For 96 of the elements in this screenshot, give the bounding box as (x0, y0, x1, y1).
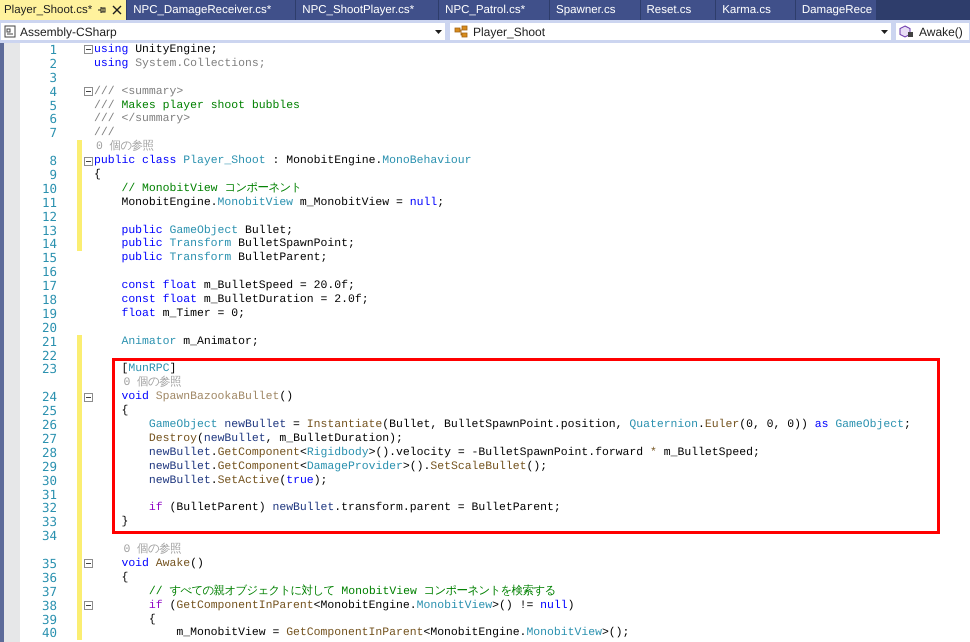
code-line: if (GetComponentInParent<MonobitEngine.MonobitView>() != null) (148, 598, 575, 613)
code-line: public class Player_Shoot : MonobitEngine.MonoBehaviour (94, 154, 472, 168)
line-number: 25 (40, 404, 57, 418)
line-number: 26 (40, 418, 57, 432)
code-line: } (120, 515, 128, 530)
line-number: 1 (48, 43, 57, 57)
code-line: newBullet.GetComponent<DamageProvider>().SetScaleBullet(); (148, 460, 548, 474)
collapse-icon[interactable] (84, 392, 92, 402)
line-number: 11 (40, 196, 57, 210)
line-number: 3 (48, 70, 57, 85)
file-tab[interactable]: NPC_Patrol.cs* (439, 0, 550, 20)
line-number: 22 (40, 348, 57, 362)
dropdown-arrow-icon[interactable] (881, 30, 888, 34)
line-number: 28 (40, 446, 57, 460)
line-number: 30 (40, 474, 57, 488)
line-number: 35 (40, 556, 57, 571)
file-tab[interactable]: Karma.cs (716, 0, 796, 20)
code-line: newBullet.SetActive(true); (148, 474, 328, 488)
file-tab[interactable]: Player_Shoot.cs* (0, 0, 128, 20)
code-line: using System.Collections; (94, 56, 266, 71)
collapse-icon[interactable] (84, 45, 92, 54)
code-line: { (120, 570, 128, 585)
code-line: /// (94, 126, 115, 140)
line-number: 16 (40, 265, 57, 280)
code-line: public Transform BulletSpawnPoint; (120, 237, 355, 252)
line-number: 13 (40, 224, 57, 238)
code-line: Animator m_Animator; (120, 334, 259, 349)
line-number: 21 (40, 334, 57, 349)
code-line: const float m_BulletSpeed = 20.0f; (120, 279, 355, 294)
code-line: float m_Timer = 0; (120, 306, 246, 321)
code-line: { (120, 404, 128, 418)
line-number: 39 (40, 612, 57, 626)
code-line: /// Makes player shoot bubbles (94, 98, 300, 112)
code-line: void SpawnBazookaBullet() (120, 390, 294, 404)
code-line: void Awake() (120, 556, 204, 571)
line-number: 29 (40, 460, 57, 474)
collapse-icon[interactable] (84, 156, 92, 166)
code-line: if (BulletParent) newBullet.transform.parent = BulletParent; (148, 501, 561, 516)
line-number: 20 (40, 320, 57, 335)
line-number: 38 (40, 598, 57, 613)
line-number: 37 (40, 584, 57, 599)
collapse-icon[interactable] (84, 87, 92, 96)
code-line: public GameObject Bullet; (120, 224, 294, 238)
project-icon (4, 25, 16, 38)
code-line: // MonobitView コンポーネント (120, 182, 302, 196)
cube-lock-icon (899, 25, 915, 38)
code-line: m_MonobitView = GetComponentInParent<MonobitEngine.MonobitView>(); (175, 626, 630, 640)
line-number: 24 (40, 390, 57, 404)
collapse-icon[interactable] (84, 559, 92, 568)
code-line: { (148, 612, 156, 626)
line-number: 5 (48, 98, 57, 112)
line-number: 23 (40, 362, 57, 376)
line-number: 10 (40, 182, 57, 196)
code-line: { (94, 168, 101, 182)
line-number: 36 (40, 570, 57, 585)
code-line: using UnityEngine; (94, 43, 218, 57)
line-number: 32 (40, 501, 57, 516)
line-number: 2 (48, 56, 57, 71)
line-number: 33 (40, 515, 57, 530)
line-number: 12 (40, 210, 57, 224)
line-number: 9 (48, 168, 57, 182)
line-number: 18 (40, 293, 57, 307)
line-number: 34 (40, 529, 57, 544)
line-number: 17 (40, 279, 57, 294)
file-tab[interactable]: Spawner.cs (550, 0, 640, 20)
code-line: GameObject newBullet = Instantiate(Bullet, BulletSpawnPoint.position, Quaternion.Euler(0, 0, 0)) as GameObject; (148, 418, 911, 432)
file-tab[interactable]: NPC_ShootPlayer.cs* (296, 0, 440, 20)
code-line: MonobitEngine.MonobitView m_MonobitView = null; (120, 196, 444, 210)
line-number: 15 (40, 251, 57, 266)
pin-icon[interactable] (97, 5, 108, 15)
class-icon (453, 25, 469, 38)
line-number: 19 (40, 306, 57, 321)
collapse-icon[interactable] (84, 601, 92, 610)
code-line: Destroy(newBullet, m_BulletDuration); (148, 432, 403, 446)
line-number: 7 (48, 126, 57, 140)
line-number: 6 (48, 112, 57, 126)
line-number: 4 (48, 84, 57, 99)
member-dropdown[interactable]: Awake() (895, 22, 970, 41)
code-line: public Transform BulletParent; (120, 251, 328, 266)
line-number: 27 (40, 432, 57, 446)
file-tab[interactable]: Reset.cs (640, 0, 716, 20)
file-tab[interactable]: NPC_DamageReceiver.cs* (127, 0, 296, 20)
type-dropdown[interactable]: Player_Shoot (449, 22, 892, 41)
code-line: newBullet.GetComponent<Rigidbody>().velocity = -BulletSpawnPoint.forward * m_BulletSpeed; (148, 446, 760, 460)
code-line: /// <summary> (94, 84, 184, 99)
dropdown-arrow-icon[interactable] (435, 30, 442, 34)
line-number: 31 (40, 488, 57, 502)
project-dropdown[interactable]: Assembly-CSharp (0, 22, 446, 41)
line-number: 14 (40, 237, 57, 252)
code-line: const float m_BulletDuration = 2.0f; (120, 293, 369, 307)
code-line: [MunRPC] (120, 362, 176, 376)
line-number: 8 (48, 154, 57, 168)
line-number: 40 (40, 626, 57, 640)
close-icon[interactable] (112, 5, 122, 15)
code-line: // すべての親オブジェクトに対して MonobitView コンポーネントを検索する (148, 584, 556, 599)
code-line: /// </summary> (94, 112, 190, 126)
